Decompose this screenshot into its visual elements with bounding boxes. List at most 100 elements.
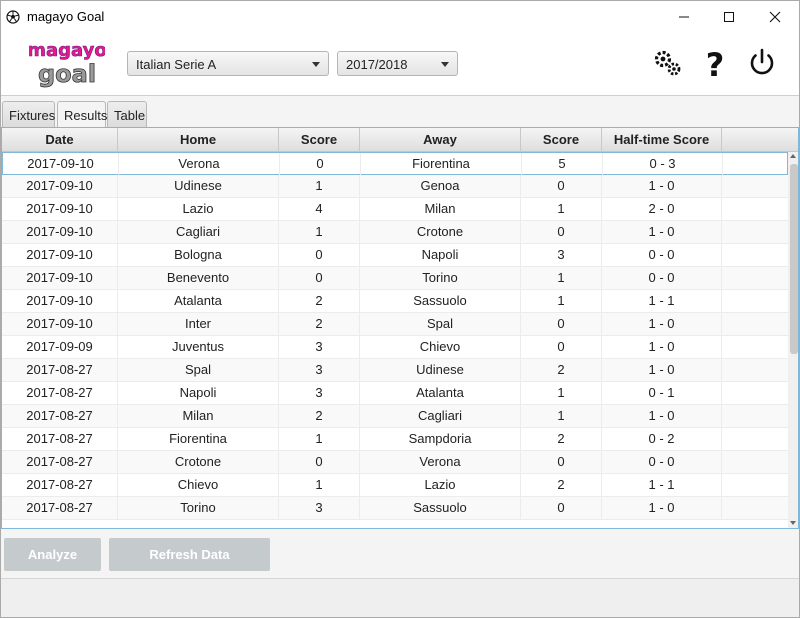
- table-row[interactable]: 2017-08-27 Milan 2 Cagliari 1 1 - 0: [2, 405, 788, 428]
- date-cell: 2017-09-10: [3, 153, 119, 176]
- date-cell: 2017-08-27: [2, 359, 118, 382]
- home-score-cell: 2: [279, 290, 360, 313]
- tab-results[interactable]: Results: [57, 101, 107, 127]
- scroll-thumb[interactable]: [790, 164, 798, 354]
- season-select[interactable]: 2017/2018: [337, 51, 458, 76]
- home-team-cell: Juventus: [118, 336, 279, 359]
- table-row[interactable]: 2017-09-10 Udinese 1 Genoa 0 1 - 0: [2, 175, 788, 198]
- column-header-date[interactable]: Date: [2, 128, 118, 152]
- league-select[interactable]: Italian Serie A: [127, 51, 329, 76]
- away-score-cell: 1: [521, 198, 602, 221]
- home-score-cell: 3: [279, 336, 360, 359]
- half-time-score-cell: 0 - 1: [602, 382, 722, 405]
- away-score-cell: 2: [521, 359, 602, 382]
- away-score-cell: 0: [521, 175, 602, 198]
- help-icon[interactable]: ?: [698, 46, 732, 80]
- home-team-cell: Milan: [118, 405, 279, 428]
- magayo-goal-logo: magayo goal: [29, 40, 105, 89]
- table-header: Date Home Score Away Score Half-time Sco…: [2, 128, 798, 152]
- away-team-cell: Lazio: [360, 474, 521, 497]
- table-row[interactable]: 2017-09-10 Bologna 0 Napoli 3 0 - 0: [2, 244, 788, 267]
- table-row[interactable]: 2017-09-10 Inter 2 Spal 0 1 - 0: [2, 313, 788, 336]
- season-select-value: 2017/2018: [346, 57, 408, 72]
- home-team-cell: Fiorentina: [118, 428, 279, 451]
- home-team-cell: Crotone: [118, 451, 279, 474]
- home-score-cell: 1: [279, 175, 360, 198]
- home-score-cell: 0: [279, 244, 360, 267]
- column-header-away-score[interactable]: Score: [521, 128, 602, 152]
- away-team-cell: Napoli: [360, 244, 521, 267]
- table-row[interactable]: 2017-08-27 Napoli 3 Atalanta 1 0 - 1: [2, 382, 788, 405]
- tab-fixtures[interactable]: Fixtures: [2, 101, 55, 127]
- table-row[interactable]: 2017-09-10 Verona 0 Fiorentina 5 0 - 3: [2, 152, 788, 176]
- table-row[interactable]: 2017-09-10 Lazio 4 Milan 1 2 - 0: [2, 198, 788, 221]
- home-score-cell: 4: [279, 198, 360, 221]
- table-row[interactable]: 2017-08-27 Torino 3 Sassuolo 0 1 - 0: [2, 497, 788, 520]
- column-header-away[interactable]: Away: [360, 128, 521, 152]
- away-team-cell: Atalanta: [360, 382, 521, 405]
- title-bar[interactable]: magayo Goal: [1, 1, 799, 32]
- maximize-button[interactable]: [706, 1, 752, 32]
- refresh-data-button[interactable]: Refresh Data: [109, 538, 270, 571]
- scroll-down-arrow-icon[interactable]: [790, 521, 796, 525]
- away-team-cell: Spal: [360, 313, 521, 336]
- home-score-cell: 2: [279, 313, 360, 336]
- half-time-score-cell: 1 - 0: [602, 336, 722, 359]
- scroll-up-arrow-icon[interactable]: [790, 154, 796, 158]
- table-row[interactable]: 2017-09-10 Atalanta 2 Sassuolo 1 1 - 1: [2, 290, 788, 313]
- close-icon: [769, 11, 781, 23]
- away-team-cell: Verona: [360, 451, 521, 474]
- column-header-half-time-score[interactable]: Half-time Score: [602, 128, 722, 152]
- table-row[interactable]: 2017-08-27 Fiorentina 1 Sampdoria 2 0 - 2: [2, 428, 788, 451]
- half-time-score-cell: 1 - 0: [602, 405, 722, 428]
- away-score-cell: 1: [521, 290, 602, 313]
- away-team-cell: Crotone: [360, 221, 521, 244]
- vertical-scrollbar[interactable]: [788, 152, 798, 528]
- chevron-down-icon: [441, 62, 449, 67]
- table-row[interactable]: 2017-08-27 Spal 3 Udinese 2 1 - 0: [2, 359, 788, 382]
- home-team-cell: Cagliari: [118, 221, 279, 244]
- away-team-cell: Sampdoria: [360, 428, 521, 451]
- home-team-cell: Udinese: [118, 175, 279, 198]
- date-cell: 2017-08-27: [2, 405, 118, 428]
- app-header: magayo goal Italian Serie A 2017/2018 ?: [1, 32, 799, 96]
- away-score-cell: 0: [521, 313, 602, 336]
- table-row[interactable]: 2017-09-10 Benevento 0 Torino 1 0 - 0: [2, 267, 788, 290]
- table-row[interactable]: 2017-08-27 Crotone 0 Verona 0 0 - 0: [2, 451, 788, 474]
- home-team-cell: Spal: [118, 359, 279, 382]
- close-button[interactable]: [752, 1, 798, 32]
- column-header-home-score[interactable]: Score: [279, 128, 360, 152]
- date-cell: 2017-08-27: [2, 428, 118, 451]
- tab-table[interactable]: Table: [107, 101, 147, 127]
- power-icon[interactable]: [745, 46, 779, 80]
- date-cell: 2017-08-27: [2, 382, 118, 405]
- column-header-filler: [722, 128, 798, 152]
- table-row[interactable]: 2017-08-27 Chievo 1 Lazio 2 1 - 1: [2, 474, 788, 497]
- away-score-cell: 5: [522, 153, 603, 176]
- date-cell: 2017-09-10: [2, 290, 118, 313]
- half-time-score-cell: 0 - 0: [602, 267, 722, 290]
- home-score-cell: 3: [279, 359, 360, 382]
- away-score-cell: 1: [521, 405, 602, 428]
- soccer-ball-icon: [6, 10, 20, 24]
- svg-text:goal: goal: [38, 60, 96, 88]
- analyze-button[interactable]: Analyze: [4, 538, 101, 571]
- chevron-down-icon: [312, 62, 320, 67]
- away-team-cell: Fiorentina: [361, 153, 522, 176]
- away-team-cell: Sassuolo: [360, 290, 521, 313]
- minimize-button[interactable]: [661, 1, 707, 32]
- away-score-cell: 0: [521, 221, 602, 244]
- home-score-cell: 0: [279, 451, 360, 474]
- league-select-value: Italian Serie A: [136, 57, 217, 72]
- home-team-cell: Torino: [118, 497, 279, 520]
- away-team-cell: Chievo: [360, 336, 521, 359]
- column-header-home[interactable]: Home: [118, 128, 279, 152]
- away-score-cell: 1: [521, 267, 602, 290]
- results-table[interactable]: Date Home Score Away Score Half-time Sco…: [1, 127, 799, 529]
- table-row[interactable]: 2017-09-10 Cagliari 1 Crotone 0 1 - 0: [2, 221, 788, 244]
- settings-gears-icon[interactable]: [651, 46, 685, 80]
- home-team-cell: Verona: [119, 153, 280, 176]
- away-team-cell: Udinese: [360, 359, 521, 382]
- table-row[interactable]: 2017-09-09 Juventus 3 Chievo 0 1 - 0: [2, 336, 788, 359]
- home-team-cell: Atalanta: [118, 290, 279, 313]
